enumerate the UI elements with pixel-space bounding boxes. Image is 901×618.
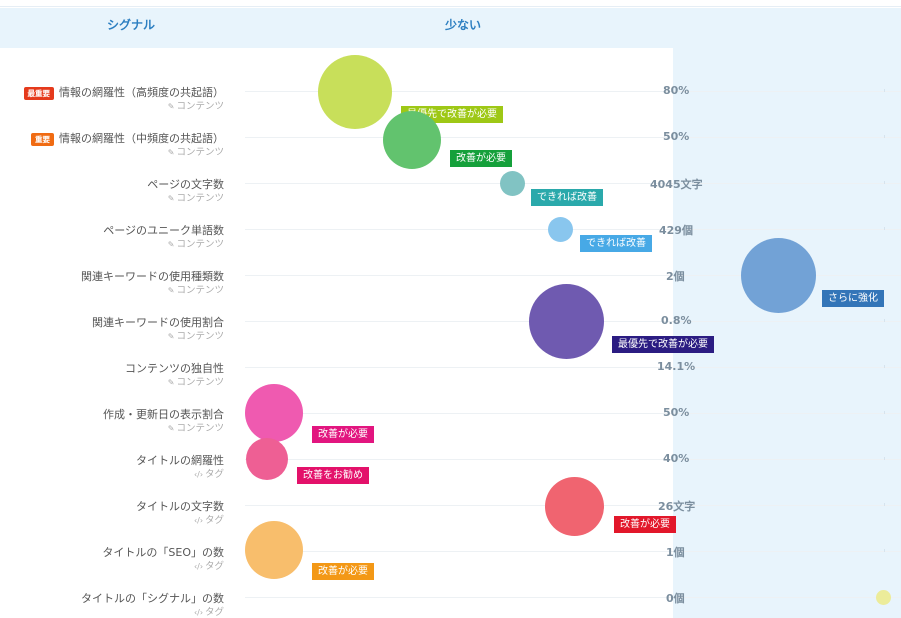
signal-category: ‹/› タグ (194, 466, 224, 480)
status-tag: 改善が必要 (614, 516, 676, 533)
signal-category-text: コンテンツ (176, 147, 224, 158)
edit-icon: ✎ (167, 194, 175, 203)
axis-tick (884, 135, 885, 138)
priority-badge-important: 重要 (31, 132, 54, 146)
row-gridline (245, 183, 901, 184)
status-tag: さらに強化 (822, 290, 884, 307)
row-gridline (245, 367, 901, 368)
signal-value: 429個 (659, 224, 693, 237)
signal-value: 50% (663, 406, 690, 419)
signal-bubble[interactable] (876, 590, 891, 605)
axis-tick (884, 549, 885, 552)
signal-category-text: タグ (204, 515, 224, 526)
axis-tick (884, 365, 885, 368)
status-tag: 改善が必要 (312, 426, 374, 443)
signal-category-text: コンテンツ (176, 239, 224, 250)
column-header-signal: シグナル (107, 18, 156, 32)
row-gridline (245, 229, 901, 230)
signal-category: ✎ コンテンツ (165, 190, 224, 204)
status-tag: できれば改善 (580, 235, 652, 252)
signal-value: 80% (663, 84, 690, 97)
row-gridline (245, 137, 901, 138)
edit-icon: ✎ (167, 378, 175, 387)
signal-category-text: タグ (204, 607, 224, 618)
status-tag: できれば改善 (531, 189, 603, 206)
top-divider (0, 6, 901, 7)
axis-tick (884, 457, 885, 460)
edit-icon: ✎ (167, 286, 175, 295)
signal-category-text: コンテンツ (176, 285, 224, 296)
signal-category: ✎ コンテンツ (165, 374, 224, 388)
status-tag: 改善をお勧め (297, 467, 369, 484)
row-gridline (245, 551, 901, 552)
status-tag: 最優先で改善が必要 (612, 336, 714, 353)
axis-tick (884, 227, 885, 230)
signal-bubble[interactable] (548, 217, 573, 242)
axis-tick (884, 411, 885, 414)
signal-bubble[interactable] (545, 477, 604, 536)
signal-category: ✎ コンテンツ (165, 98, 224, 112)
signal-category-text: タグ (204, 469, 224, 480)
status-tag: 改善が必要 (312, 563, 374, 580)
signal-value: 26文字 (658, 500, 696, 513)
signal-value: 4045文字 (650, 178, 703, 191)
signal-bubble[interactable] (383, 111, 441, 169)
signal-category-text: コンテンツ (176, 331, 224, 342)
signal-bubble[interactable] (529, 284, 604, 359)
row-gridline (245, 459, 901, 460)
edit-icon: ✎ (167, 332, 175, 341)
signal-category-text: コンテンツ (176, 101, 224, 112)
signal-category-text: コンテンツ (176, 193, 224, 204)
signal-category: ✎ コンテンツ (165, 420, 224, 434)
signal-bubble[interactable] (246, 438, 288, 480)
signal-category: ‹/› タグ (194, 604, 224, 618)
code-icon: ‹/› (193, 608, 204, 617)
signal-category: ✎ コンテンツ (165, 282, 224, 296)
signal-bubble[interactable] (500, 171, 525, 196)
signal-category: ✎ コンテンツ (165, 144, 224, 158)
signal-value: 1個 (666, 546, 685, 559)
axis-tick (884, 503, 885, 506)
signal-category: ‹/› タグ (194, 558, 224, 572)
code-icon: ‹/› (193, 470, 204, 479)
signal-category-text: タグ (204, 561, 224, 572)
edit-icon: ✎ (167, 424, 175, 433)
code-icon: ‹/› (193, 562, 204, 571)
signal-category: ‹/› タグ (194, 512, 224, 526)
strong-zone-panel (673, 8, 901, 618)
signal-value: 2個 (666, 270, 685, 283)
signal-category-text: コンテンツ (176, 377, 224, 388)
row-gridline (245, 413, 901, 414)
axis-tick (884, 89, 885, 92)
signal-value: 14.1% (657, 360, 696, 373)
column-header-less: 少ない (445, 18, 482, 32)
status-tag: 改善が必要 (450, 150, 512, 167)
signal-value: 50% (663, 130, 690, 143)
axis-tick (884, 319, 885, 322)
signal-category: ✎ コンテンツ (165, 328, 224, 342)
priority-badge-critical: 最重要 (23, 86, 54, 100)
signal-value: 0個 (666, 592, 685, 605)
table-header (0, 8, 673, 48)
signal-value: 40% (663, 452, 690, 465)
signal-category: ✎ コンテンツ (165, 236, 224, 250)
row-gridline (245, 597, 901, 598)
signal-category-text: コンテンツ (176, 423, 224, 434)
signal-bubble[interactable] (245, 384, 303, 442)
code-icon: ‹/› (193, 516, 204, 525)
edit-icon: ✎ (167, 148, 175, 157)
signal-bubble[interactable] (245, 521, 303, 579)
signal-bubble[interactable] (741, 238, 816, 313)
edit-icon: ✎ (167, 102, 175, 111)
signal-value: 0.8% (661, 314, 692, 327)
edit-icon: ✎ (167, 240, 175, 249)
axis-tick (884, 181, 885, 184)
signal-bubble[interactable] (318, 55, 392, 129)
